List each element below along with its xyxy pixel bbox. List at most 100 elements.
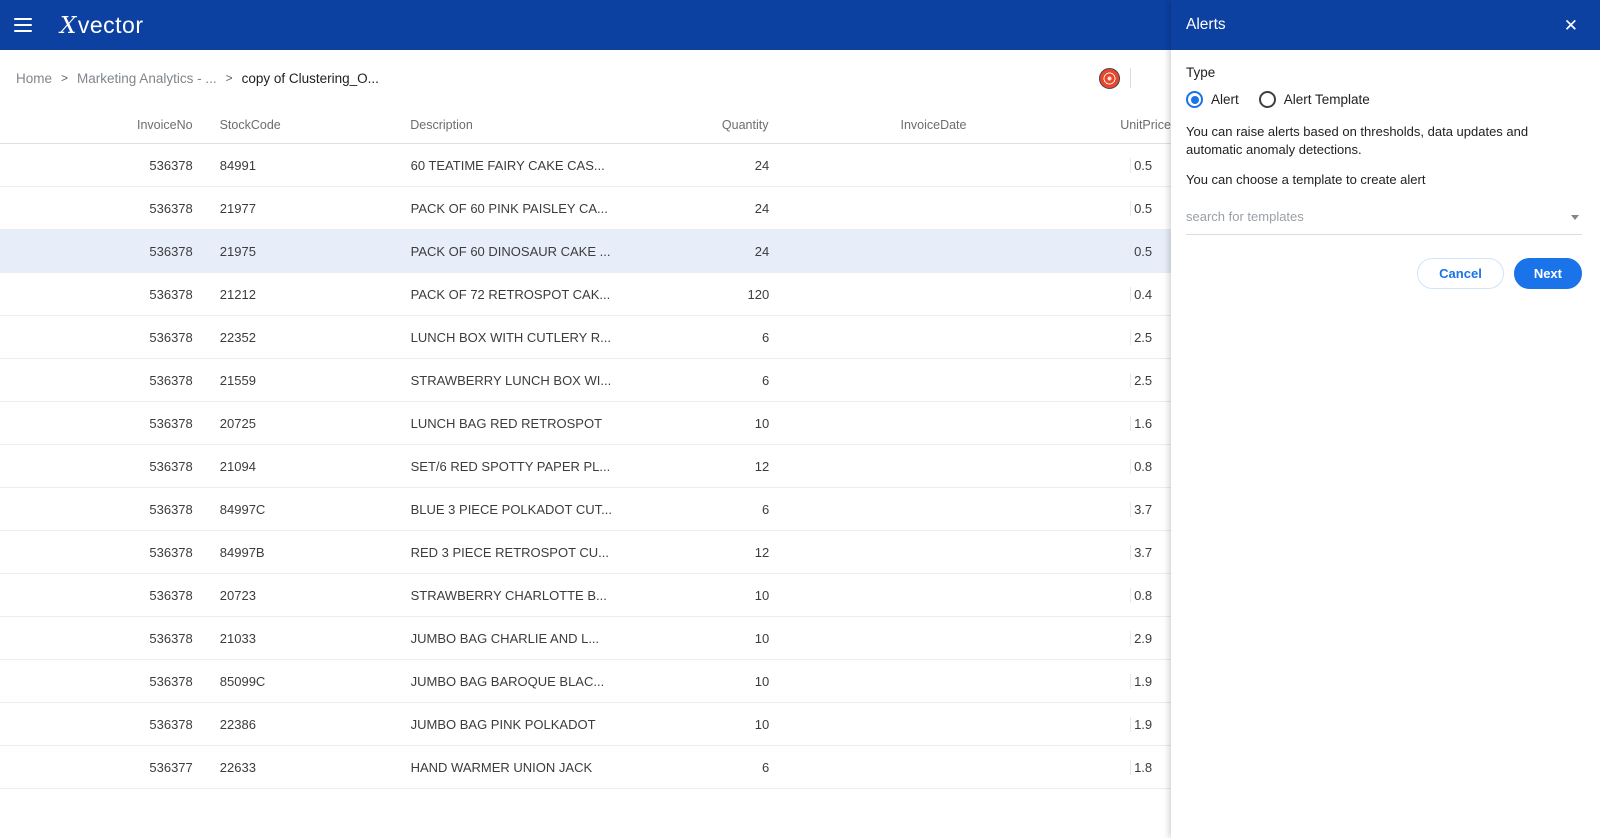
cell-description: HAND WARMER UNION JACK	[410, 759, 593, 775]
cell-unitprice: 1.6	[1130, 415, 1171, 431]
cell-stockcode: 22633	[219, 759, 256, 775]
cell-quantity: 24	[754, 243, 770, 259]
cell-unitprice: 2.5	[1130, 329, 1171, 345]
chevron-down-icon	[1571, 214, 1579, 220]
cell-quantity: 6	[761, 372, 770, 388]
alerts-description: You can raise alerts based on thresholds…	[1186, 124, 1529, 157]
table-row[interactable]: 536378 21094 SET/6 RED SPOTTY PAPER PL..…	[0, 445, 1171, 488]
cell-description: BLUE 3 PIECE POLKADOT CUT...	[410, 501, 612, 517]
data-table: InvoiceNo StockCode Description Quantity…	[0, 106, 1171, 789]
cell-invoiceno: 536378	[149, 243, 193, 259]
cell-stockcode: 84997B	[219, 544, 265, 560]
cell-invoiceno: 536378	[149, 501, 193, 517]
close-icon[interactable]: ✕	[1564, 17, 1578, 34]
breadcrumb-actions	[1099, 50, 1131, 106]
table-row[interactable]: 536378 20723 STRAWBERRY CHARLOTTE B... 1…	[0, 574, 1171, 617]
column-header-invoiceno[interactable]: InvoiceNo	[0, 118, 193, 132]
table-row[interactable]: 536378 85099C JUMBO BAG BAROQUE BLAC... …	[0, 660, 1171, 703]
profile-avatar-icon[interactable]	[1099, 67, 1120, 89]
menu-icon[interactable]	[0, 0, 46, 50]
cell-invoiceno: 536378	[149, 415, 193, 431]
template-search-input[interactable]	[1186, 208, 1582, 224]
app-logo: Xvector	[60, 12, 144, 39]
breadcrumb-project[interactable]: Marketing Analytics - ...	[77, 71, 217, 86]
cell-stockcode: 21212	[219, 286, 256, 302]
cell-invoiceno: 536378	[149, 458, 193, 474]
cell-quantity: 10	[754, 587, 770, 603]
table-row[interactable]: 536378 21212 PACK OF 72 RETROSPOT CAK...…	[0, 273, 1171, 316]
cell-unitprice: 2.9	[1130, 630, 1171, 646]
table-body: 536378 84991 60 TEATIME FAIRY CAKE CAS..…	[0, 144, 1171, 789]
cell-stockcode: 21977	[219, 200, 256, 216]
breadcrumb-current: copy of Clustering_O...	[241, 70, 379, 86]
cell-quantity: 24	[754, 157, 770, 173]
cell-description: SET/6 RED SPOTTY PAPER PL...	[410, 458, 611, 474]
column-header-invoicedate[interactable]: InvoiceDate	[900, 118, 1028, 132]
cell-description: STRAWBERRY CHARLOTTE B...	[410, 587, 607, 603]
breadcrumb: Home > Marketing Analytics - ... > copy …	[0, 50, 1171, 106]
cell-invoiceno: 536378	[149, 200, 193, 216]
radio-alert[interactable]	[1186, 91, 1203, 108]
template-hint: You can choose a template to create aler…	[1186, 171, 1426, 187]
cell-description: JUMBO BAG BAROQUE BLAC...	[410, 673, 605, 689]
table-header-row: InvoiceNo StockCode Description Quantity…	[0, 106, 1171, 144]
cell-unitprice: 3.7	[1130, 544, 1171, 560]
table-row[interactable]: 536378 21559 STRAWBERRY LUNCH BOX WI... …	[0, 359, 1171, 402]
table-row[interactable]: 536378 22352 LUNCH BOX WITH CUTLERY R...…	[0, 316, 1171, 359]
cell-description: PACK OF 60 PINK PAISLEY CA...	[410, 200, 608, 216]
cancel-button[interactable]: Cancel	[1417, 257, 1504, 289]
cell-description: RED 3 PIECE RETROSPOT CU...	[410, 544, 610, 560]
radio-alert-label[interactable]: Alert	[1211, 92, 1239, 107]
cell-stockcode: 21559	[219, 372, 256, 388]
cell-description: PACK OF 60 DINOSAUR CAKE ...	[410, 243, 611, 259]
table-row[interactable]: 536378 22386 JUMBO BAG PINK POLKADOT 10 …	[0, 703, 1171, 746]
cell-invoiceno: 536378	[149, 544, 193, 560]
cell-description: LUNCH BAG RED RETROSPOT	[410, 415, 603, 431]
panel-title: Alerts	[1186, 16, 1226, 33]
table-row[interactable]: 536377 22633 HAND WARMER UNION JACK 6 1.…	[0, 746, 1171, 789]
next-button[interactable]: Next	[1513, 257, 1582, 289]
table-row[interactable]: 536378 84997B RED 3 PIECE RETROSPOT CU..…	[0, 531, 1171, 574]
cell-quantity: 6	[761, 329, 770, 345]
cell-unitprice: 1.8	[1130, 759, 1171, 775]
vertical-divider	[1130, 68, 1131, 88]
panel-actions: Cancel Next	[1186, 257, 1582, 289]
template-select[interactable]	[1186, 208, 1582, 235]
cell-quantity: 12	[754, 458, 770, 474]
cell-quantity: 6	[761, 759, 770, 775]
cell-invoiceno: 536378	[149, 372, 193, 388]
radio-alert-template-label[interactable]: Alert Template	[1284, 92, 1370, 107]
cell-unitprice: 0.8	[1130, 458, 1171, 474]
cell-description: LUNCH BOX WITH CUTLERY R...	[410, 329, 611, 345]
cell-unitprice: 1.9	[1130, 716, 1171, 732]
cell-description: PACK OF 72 RETROSPOT CAK...	[410, 286, 611, 302]
table-row[interactable]: 536378 84991 60 TEATIME FAIRY CAKE CAS..…	[0, 144, 1171, 187]
logo-x: X	[60, 12, 77, 39]
cell-unitprice: 0.8	[1130, 587, 1171, 603]
cell-invoiceno: 536378	[149, 716, 193, 732]
breadcrumb-separator: >	[225, 71, 233, 85]
cell-stockcode: 85099C	[219, 673, 266, 689]
main-content: Home > Marketing Analytics - ... > copy …	[0, 50, 1171, 838]
cell-quantity: 10	[754, 716, 770, 732]
type-label: Type	[1186, 65, 1216, 80]
table-row[interactable]: 536378 21033 JUMBO BAG CHARLIE AND L... …	[0, 617, 1171, 660]
table-row[interactable]: 536378 20725 LUNCH BAG RED RETROSPOT 10 …	[0, 402, 1171, 445]
cell-invoiceno: 536378	[149, 587, 193, 603]
cell-invoiceno: 536378	[149, 673, 193, 689]
table-row[interactable]: 536378 21975 PACK OF 60 DINOSAUR CAKE ..…	[0, 230, 1171, 273]
column-header-unitprice[interactable]: UnitPrice	[1117, 118, 1171, 132]
column-header-stockcode[interactable]: StockCode	[220, 118, 370, 132]
cell-quantity: 120	[747, 286, 770, 302]
cell-unitprice: 1.9	[1130, 673, 1171, 689]
radio-alert-template[interactable]	[1258, 91, 1276, 108]
column-header-quantity[interactable]: Quantity	[699, 118, 769, 132]
table-row[interactable]: 536378 21977 PACK OF 60 PINK PAISLEY CA.…	[0, 187, 1171, 230]
column-header-description[interactable]: Description	[410, 118, 698, 132]
cell-invoiceno: 536378	[149, 630, 193, 646]
cell-stockcode: 20725	[219, 415, 256, 431]
table-row[interactable]: 536378 84997C BLUE 3 PIECE POLKADOT CUT.…	[0, 488, 1171, 531]
breadcrumb-home[interactable]: Home	[16, 71, 52, 86]
cell-description: 60 TEATIME FAIRY CAKE CAS...	[410, 157, 605, 173]
cell-unitprice: 0.5	[1130, 243, 1171, 259]
